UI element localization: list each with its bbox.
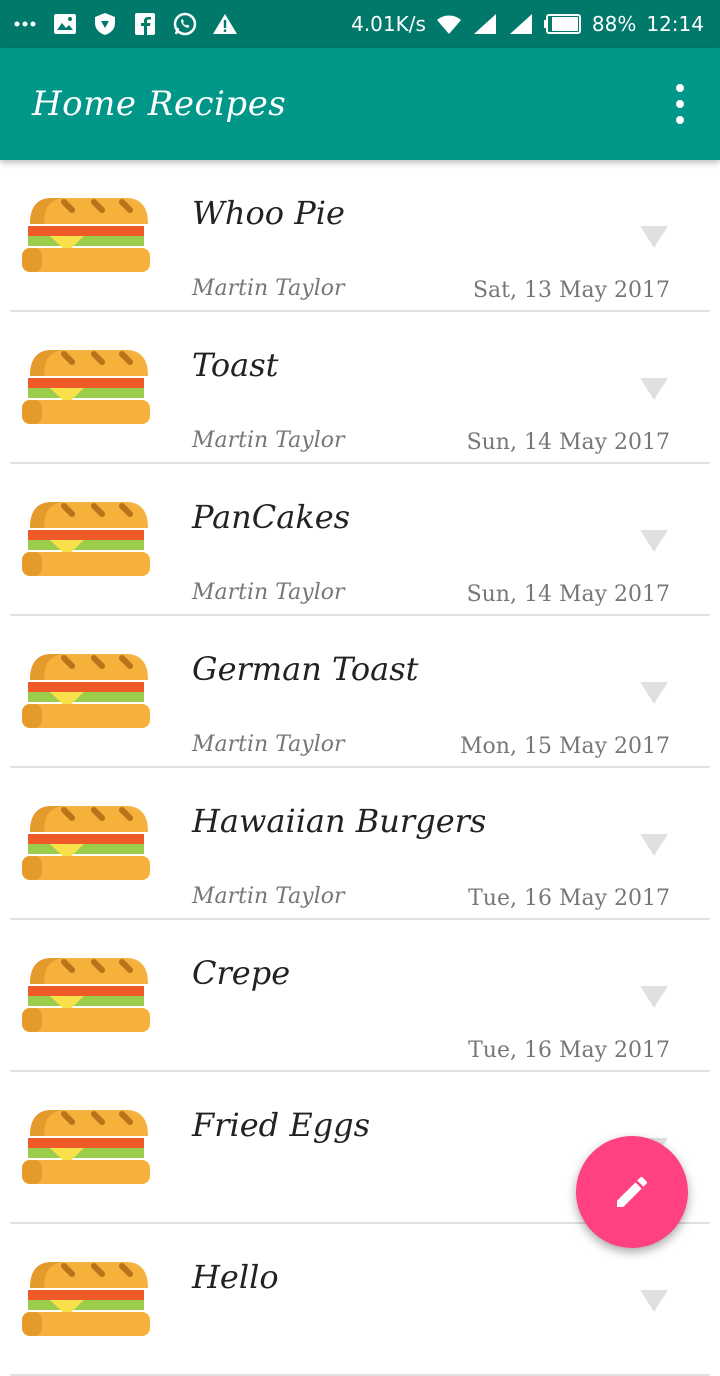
sandwich-icon bbox=[22, 350, 150, 424]
recipe-date: Tue, 16 May 2017 bbox=[468, 1038, 670, 1063]
more-icon bbox=[14, 21, 36, 27]
recipe-author: Martin Taylor bbox=[192, 276, 345, 301]
status-right: 4.01K/s 88% 12:14 bbox=[351, 12, 720, 36]
expand-icon[interactable] bbox=[640, 682, 668, 704]
expand-icon[interactable] bbox=[640, 226, 668, 248]
wifi-icon bbox=[436, 15, 461, 34]
recipe-date: Mon, 15 May 2017 bbox=[460, 734, 670, 759]
clock: 12:14 bbox=[646, 12, 704, 36]
expand-icon[interactable] bbox=[640, 986, 668, 1008]
expand-icon[interactable] bbox=[640, 378, 668, 400]
network-speed: 4.01K/s bbox=[351, 12, 426, 36]
recipe-title: Whoo Pie bbox=[192, 194, 345, 232]
status-left-icons bbox=[0, 12, 238, 36]
sandwich-icon bbox=[22, 502, 150, 576]
recipe-row[interactable]: Crepe Tue, 16 May 2017 bbox=[10, 920, 710, 1072]
more-vert-icon[interactable] bbox=[668, 84, 692, 124]
recipe-title: Hello bbox=[192, 1258, 279, 1296]
app-title: Home Recipes bbox=[32, 84, 287, 124]
expand-icon[interactable] bbox=[640, 834, 668, 856]
sandwich-icon bbox=[22, 806, 150, 880]
recipe-title: Toast bbox=[192, 346, 279, 384]
recipe-author: Martin Taylor bbox=[192, 732, 345, 757]
battery-icon bbox=[543, 14, 581, 34]
edit-icon bbox=[617, 1176, 648, 1207]
status-bar: 4.01K/s 88% 12:14 bbox=[0, 0, 720, 48]
recipe-date: Sat, 13 May 2017 bbox=[472, 278, 670, 303]
warning-icon bbox=[213, 14, 237, 34]
sandwich-icon bbox=[22, 958, 150, 1032]
sandwich-icon bbox=[22, 1262, 150, 1336]
app-bar: Home Recipes bbox=[0, 48, 720, 160]
recipe-title: Fried Eggs bbox=[192, 1106, 371, 1144]
shield-icon bbox=[95, 13, 115, 35]
expand-icon[interactable] bbox=[640, 1290, 668, 1312]
sandwich-icon bbox=[22, 654, 150, 728]
recipe-row[interactable]: PanCakes Martin Taylor Sun, 14 May 2017 bbox=[10, 464, 710, 616]
recipe-row[interactable]: German Toast Martin Taylor Mon, 15 May 2… bbox=[10, 616, 710, 768]
signal-icon bbox=[473, 14, 496, 34]
facebook-icon bbox=[135, 13, 155, 35]
expand-icon[interactable] bbox=[640, 530, 668, 552]
recipe-title: Hawaiian Burgers bbox=[192, 802, 487, 840]
recipe-row[interactable]: Hello bbox=[10, 1224, 710, 1376]
recipe-row[interactable]: Toast Martin Taylor Sun, 14 May 2017 bbox=[10, 312, 710, 464]
sandwich-icon bbox=[22, 1110, 150, 1184]
recipe-author: Martin Taylor bbox=[192, 428, 345, 453]
battery-percent: 88% bbox=[591, 12, 637, 36]
recipe-row[interactable]: Hawaiian Burgers Martin Taylor Tue, 16 M… bbox=[10, 768, 710, 920]
whatsapp-icon bbox=[173, 12, 197, 36]
recipe-date: Sun, 14 May 2017 bbox=[466, 582, 670, 607]
recipe-title: German Toast bbox=[192, 650, 419, 688]
recipe-author: Martin Taylor bbox=[192, 580, 345, 605]
edit-fab-button[interactable] bbox=[576, 1136, 688, 1248]
recipe-title: Crepe bbox=[192, 954, 291, 992]
image-icon bbox=[54, 14, 76, 34]
recipe-author: Martin Taylor bbox=[192, 884, 345, 909]
recipe-title: PanCakes bbox=[192, 498, 351, 536]
recipe-row[interactable]: Whoo Pie Martin Taylor Sat, 13 May 2017 bbox=[10, 160, 710, 312]
recipe-date: Tue, 16 May 2017 bbox=[468, 886, 670, 911]
sandwich-icon bbox=[22, 198, 150, 272]
recipe-date: Sun, 14 May 2017 bbox=[466, 430, 670, 455]
signal-icon-2 bbox=[509, 14, 532, 34]
